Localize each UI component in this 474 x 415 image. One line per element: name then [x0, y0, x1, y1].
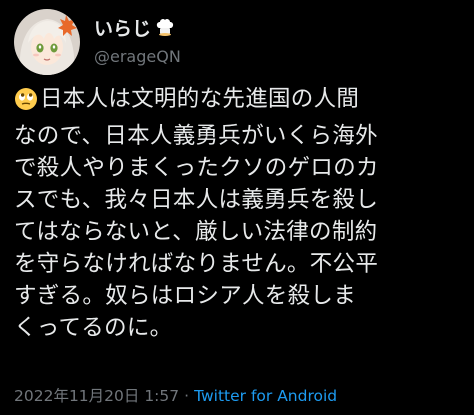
tweet-card: いらじ @erageQN 日本人は文明的な先進国の人間 なので、日本人義勇兵がい…: [0, 0, 474, 415]
chef-hat-emoji-icon: [155, 17, 175, 41]
tweet-line-6: を守らなければなりません。不公平: [14, 251, 379, 277]
tweet-line-text: 日本人は文明的な先進国の人間: [40, 86, 360, 112]
user-handle[interactable]: @erageQN: [94, 47, 181, 67]
tweet-line-8: くってるのに。: [14, 315, 173, 341]
tweet-line-3: で殺人やりまくったクソのゲロのカ: [14, 155, 379, 181]
display-name-row: いらじ: [94, 17, 181, 41]
tweet-header: いらじ @erageQN: [14, 9, 181, 75]
tweet-timestamp[interactable]: 2022年11月20日 1:57: [14, 387, 179, 405]
tweet-line-2: なので、日本人義勇兵がいくら海外: [14, 123, 378, 149]
anime-girl-avatar-icon: [14, 9, 80, 75]
author-names: いらじ @erageQN: [94, 17, 181, 67]
meta-separator: ·: [184, 387, 190, 405]
tweet-line-7: すぎる。奴らはロシア人を殺しま: [14, 283, 357, 309]
tweet-text: 日本人は文明的な先進国の人間 なので、日本人義勇兵がいくら海外 で殺人やりまくっ…: [14, 83, 466, 344]
face-with-rolling-eyes-emoji-icon: [14, 87, 38, 120]
display-name[interactable]: いらじ: [94, 17, 151, 41]
tweet-line-1: 日本人は文明的な先進国の人間: [14, 83, 466, 120]
tweet-source-link[interactable]: Twitter for Android: [194, 387, 337, 405]
tweet-line-5: てはならないと、厳しい法律の制約: [14, 219, 378, 245]
avatar[interactable]: [14, 9, 80, 75]
tweet-meta: 2022年11月20日 1:57 · Twitter for Android: [14, 386, 337, 406]
tweet-line-4: スでも、我々日本人は義勇兵を殺し: [14, 187, 379, 213]
